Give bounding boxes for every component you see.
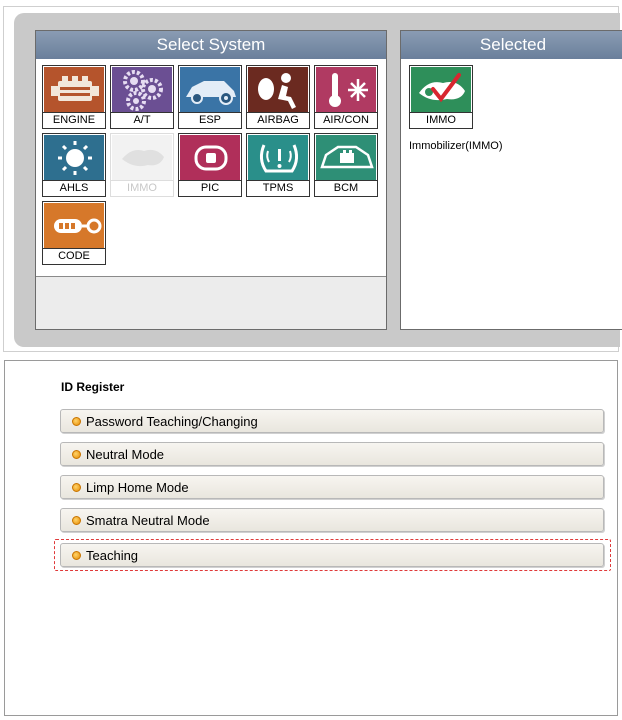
tile-at[interactable]: A/T (110, 65, 174, 129)
tile-bcm[interactable]: BCM (314, 133, 378, 197)
tire-pressure-icon (248, 135, 308, 182)
menu-item-label: Neutral Mode (86, 446, 165, 462)
tile-immo: IMMO (110, 133, 174, 197)
bullet-icon (72, 416, 81, 426)
select-system-pane: Select System ENGINE A/T ESP AIRBAG AIR/… (35, 30, 387, 330)
tile-label: A/T (111, 112, 173, 128)
body-control-icon (316, 135, 376, 182)
select-system-screen: Select System ENGINE A/T ESP AIRBAG AIR/… (3, 6, 622, 352)
menu-item-label: Smatra Neutral Mode (86, 512, 210, 528)
select-system-header: Select System (36, 31, 386, 59)
tile-esp[interactable]: ESP (178, 65, 242, 129)
aircon-icon (316, 67, 376, 114)
select-system-footer (36, 276, 386, 329)
tile-label: ESP (179, 112, 241, 128)
tile-label: AIRBAG (247, 112, 309, 128)
system-frame: Select System ENGINE A/T ESP AIRBAG AIR/… (14, 13, 622, 347)
id-register-screen: ID Register Password Teaching/Changing N… (4, 360, 618, 716)
tile-label: AIR/CON (315, 112, 377, 128)
gears-icon (112, 67, 172, 114)
code-key-icon (44, 203, 104, 250)
tile-airbag[interactable]: AIRBAG (246, 65, 310, 129)
car-esp-icon (180, 67, 240, 114)
bullet-icon (72, 449, 81, 459)
tile-code[interactable]: CODE (42, 201, 106, 265)
limp-home-mode-button[interactable]: Limp Home Mode (60, 475, 604, 499)
smatra-neutral-mode-button[interactable]: Smatra Neutral Mode (60, 508, 604, 532)
teaching-button[interactable]: Teaching (60, 543, 604, 567)
headlamp-icon (44, 135, 104, 182)
tile-label: AHLS (43, 180, 105, 196)
bullet-icon (72, 482, 81, 492)
neutral-mode-button[interactable]: Neutral Mode (60, 442, 604, 466)
immo-check-icon (411, 67, 471, 114)
tile-pic[interactable]: PIC (178, 133, 242, 197)
tile-label: IMMO (111, 180, 173, 196)
tile-aircon[interactable]: AIR/CON (314, 65, 378, 129)
bullet-icon (72, 550, 81, 560)
selected-tile-immo[interactable]: IMMO (409, 65, 473, 129)
engine-icon (44, 67, 104, 114)
airbag-icon (248, 67, 308, 114)
tile-label: BCM (315, 180, 377, 196)
id-register-title: ID Register (61, 380, 125, 394)
tile-tpms[interactable]: TPMS (246, 133, 310, 197)
selected-system-name: Immobilizer(IMMO) (409, 140, 503, 152)
tile-label: TPMS (247, 180, 309, 196)
smart-key-icon (180, 135, 240, 182)
bullet-icon (72, 515, 81, 525)
tile-engine[interactable]: ENGINE (42, 65, 106, 129)
selected-header: Selected (401, 31, 622, 59)
tile-label: ENGINE (43, 112, 105, 128)
menu-item-label: Password Teaching/Changing (86, 413, 258, 429)
tile-ahls[interactable]: AHLS (42, 133, 106, 197)
password-teaching-changing-button[interactable]: Password Teaching/Changing (60, 409, 604, 433)
selected-pane: Selected IMMO Immobilizer(IMMO) (400, 30, 622, 330)
tile-label: PIC (179, 180, 241, 196)
immo-key-icon (112, 135, 172, 182)
tile-label: IMMO (410, 112, 472, 128)
menu-item-label: Limp Home Mode (86, 479, 189, 495)
menu-item-label: Teaching (86, 547, 139, 563)
tile-label: CODE (43, 248, 105, 264)
